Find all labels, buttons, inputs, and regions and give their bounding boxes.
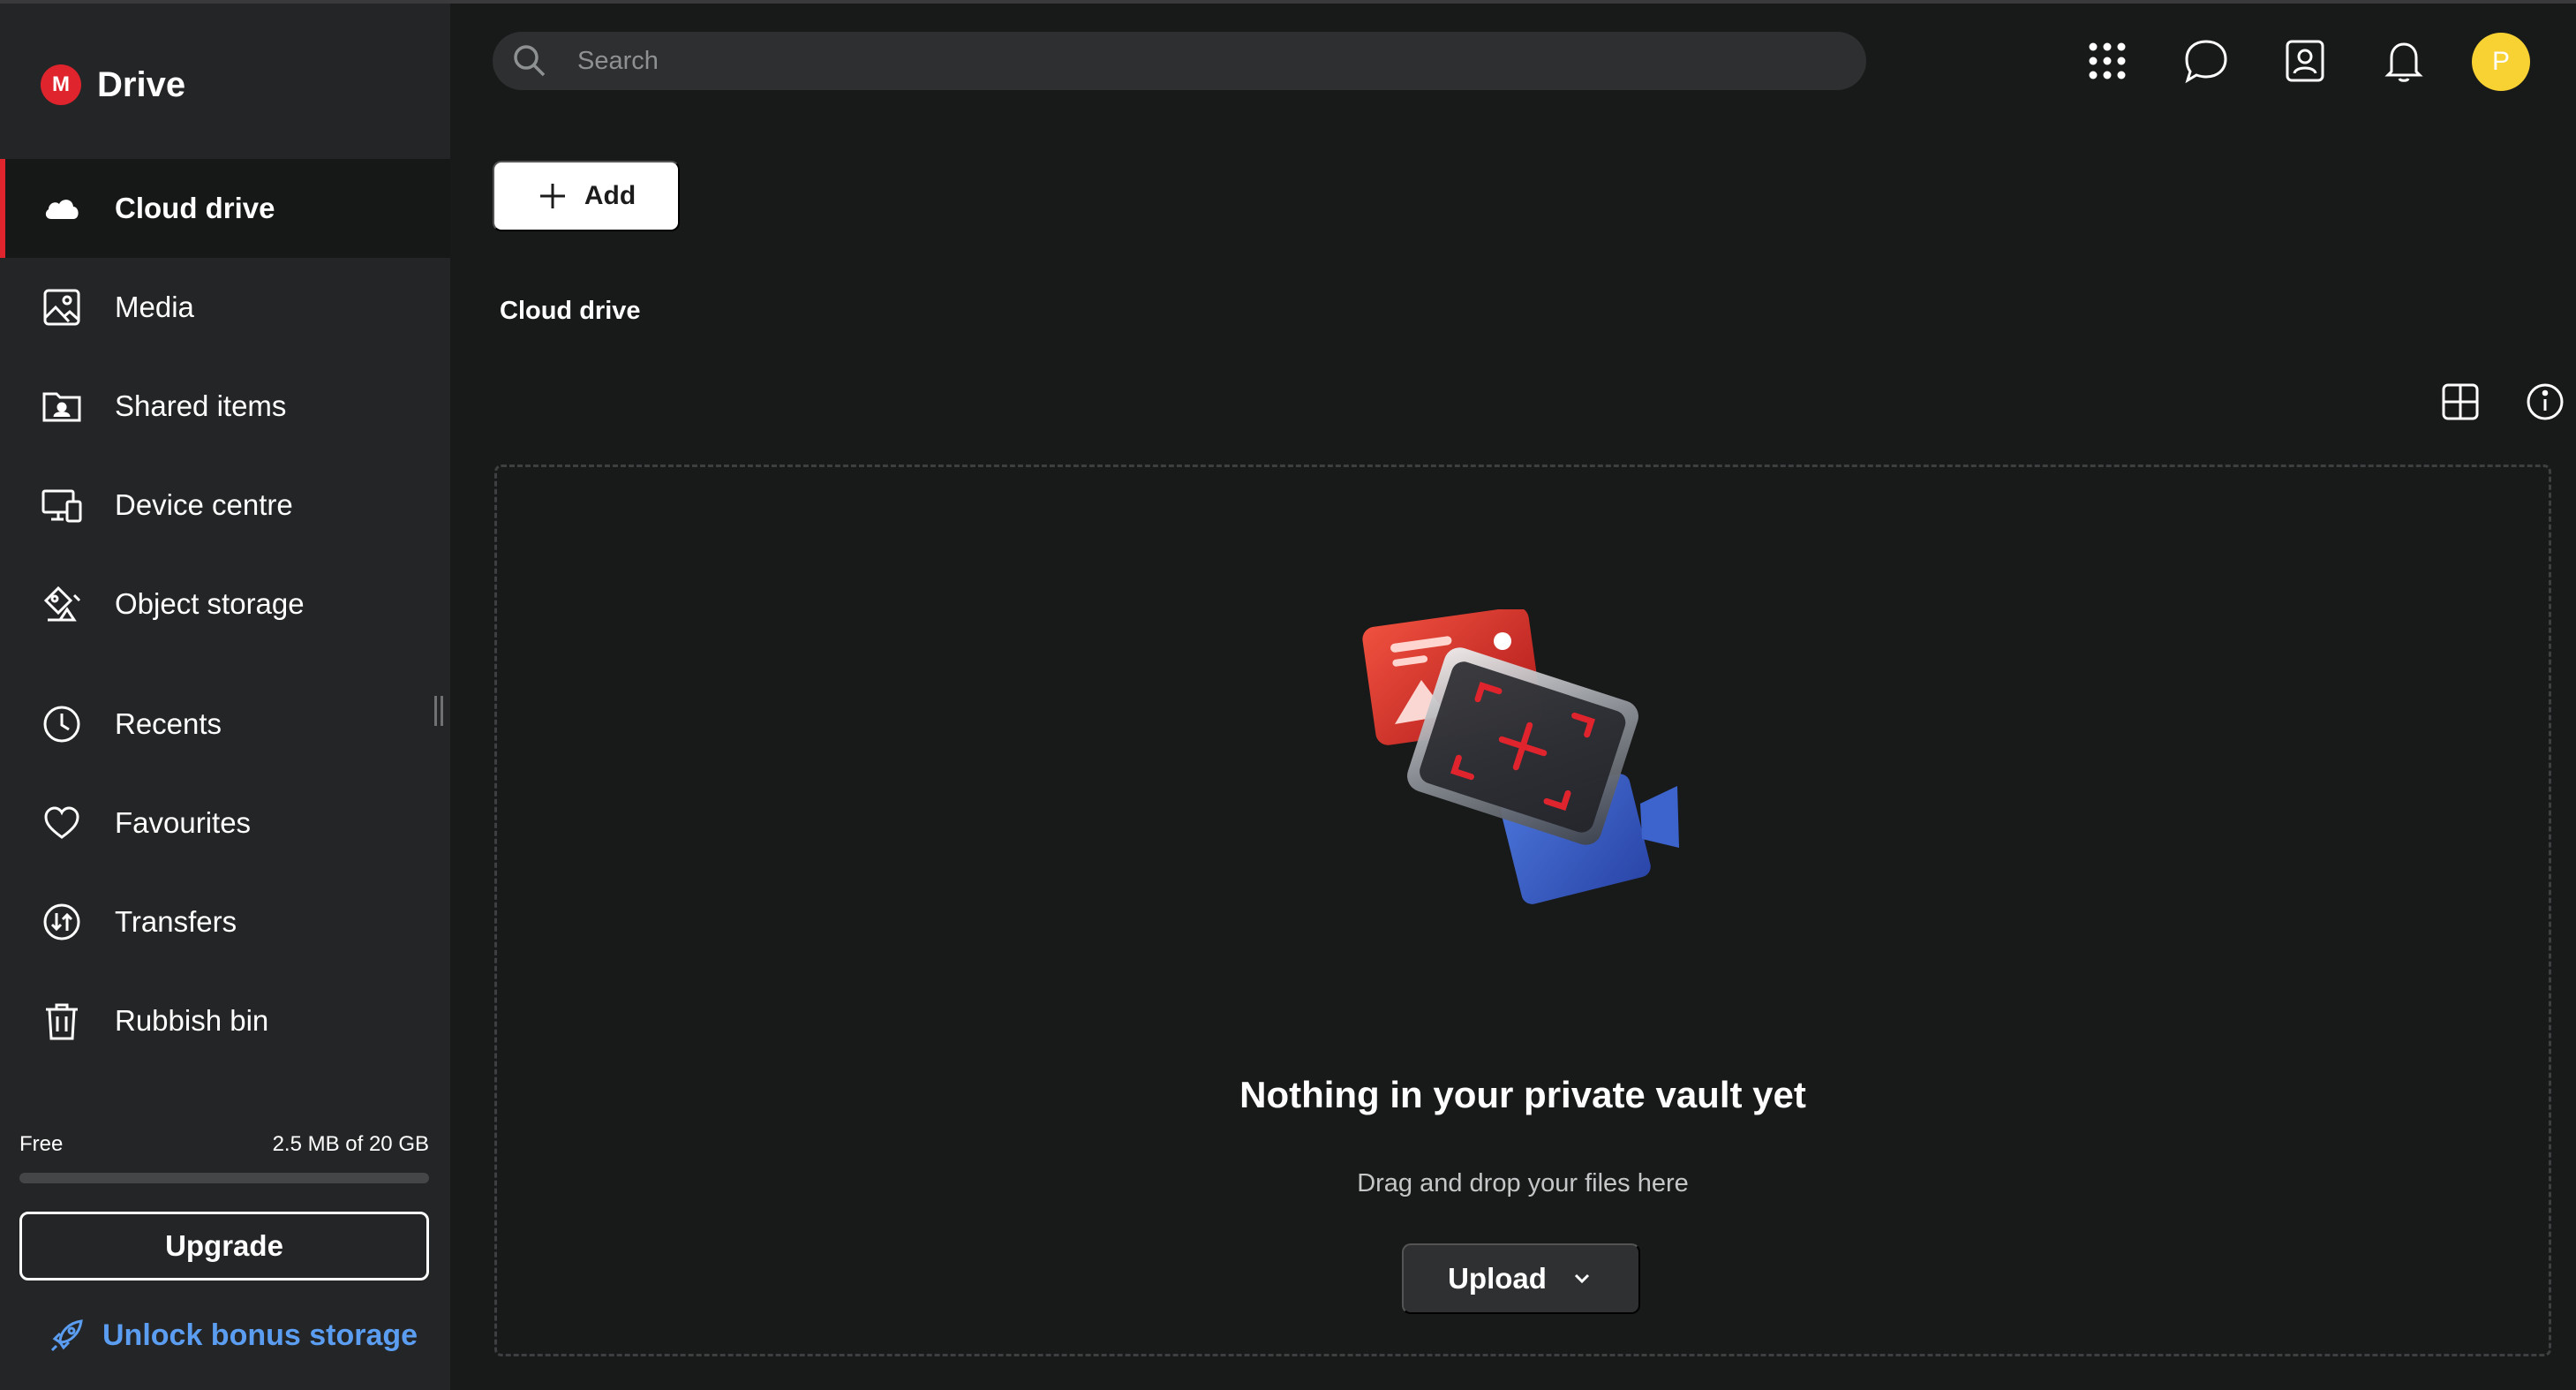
info-icon[interactable] (2521, 378, 2569, 426)
sidebar-item-recents[interactable]: Recents (0, 675, 450, 774)
sidebar-resize-handle[interactable] (434, 696, 445, 726)
upload-button[interactable]: Upload (1402, 1243, 1640, 1314)
grid-view-icon[interactable] (2437, 378, 2484, 426)
apps-grid-icon[interactable] (2080, 34, 2135, 88)
sidebar-item-label: Rubbish bin (115, 1004, 269, 1037)
sidebar-item-label: Transfers (115, 905, 237, 938)
empty-state-title: Nothing in your private vault yet (1239, 1074, 1806, 1115)
bonus-storage-label: Unlock bonus storage (102, 1318, 418, 1352)
add-button-label: Add (584, 181, 636, 210)
search-input[interactable] (577, 32, 1813, 90)
sidebar-item-favourites[interactable]: Favourites (0, 774, 450, 873)
add-button[interactable]: Add (493, 161, 680, 231)
search-bar[interactable] (493, 32, 1866, 90)
avatar[interactable]: P (2472, 33, 2530, 91)
sidebar-item-device-centre[interactable]: Device centre (0, 456, 450, 555)
sidebar-item-cloud-drive[interactable]: Cloud drive (0, 159, 450, 258)
brand[interactable]: M Drive (41, 60, 185, 110)
sidebar-item-object-storage[interactable]: Object storage (0, 555, 450, 653)
sidebar-item-label: Object storage (115, 587, 305, 620)
upgrade-button[interactable]: Upgrade (19, 1212, 429, 1280)
trash-icon (39, 998, 85, 1044)
cloud-icon (39, 185, 85, 231)
chevron-down-icon (1574, 1273, 1589, 1284)
sidebar: M Drive Cloud drive Media Shared items D… (0, 4, 450, 1390)
sidebar-item-rubbish-bin[interactable]: Rubbish bin (0, 971, 450, 1070)
devices-icon (39, 482, 85, 528)
empty-state-subtitle: Drag and drop your files here (1357, 1169, 1689, 1197)
sidebar-item-shared-items[interactable]: Shared items (0, 357, 450, 456)
sidebar-item-label: Favourites (115, 806, 252, 839)
heart-icon (39, 800, 85, 846)
contacts-icon[interactable] (2278, 34, 2332, 88)
sidebar-item-label: Media (115, 291, 194, 323)
sidebar-item-transfers[interactable]: Transfers (0, 873, 450, 971)
sidebar-item-label: Device centre (115, 488, 293, 521)
sidebar-item-label: Recents (115, 707, 222, 740)
object-storage-icon (39, 581, 85, 627)
search-icon (514, 45, 546, 77)
sidebar-item-label: Cloud drive (115, 192, 275, 224)
mega-logo: M (41, 64, 81, 105)
unlock-bonus-storage-link[interactable]: Unlock bonus storage (48, 1316, 418, 1355)
app-name: Drive (97, 64, 186, 104)
breadcrumb: Cloud drive (500, 297, 641, 325)
clock-icon (39, 701, 85, 747)
shared-folder-icon (39, 383, 85, 429)
plus-icon (539, 184, 565, 208)
storage-progress-bar (19, 1173, 429, 1183)
sidebar-item-label: Shared items (115, 389, 287, 422)
sidebar-item-media[interactable]: Media (0, 258, 450, 357)
transfers-icon (39, 899, 85, 945)
upload-button-label: Upload (1448, 1262, 1547, 1295)
storage-plan-label: Free (19, 1132, 64, 1156)
bell-icon[interactable] (2376, 34, 2431, 88)
rocket-icon (50, 1319, 83, 1352)
chat-icon[interactable] (2179, 34, 2233, 88)
empty-vault-illustration (1362, 609, 1679, 904)
storage-usage-text: 2.5 MB of 20 GB (272, 1132, 429, 1156)
image-icon (39, 284, 85, 330)
